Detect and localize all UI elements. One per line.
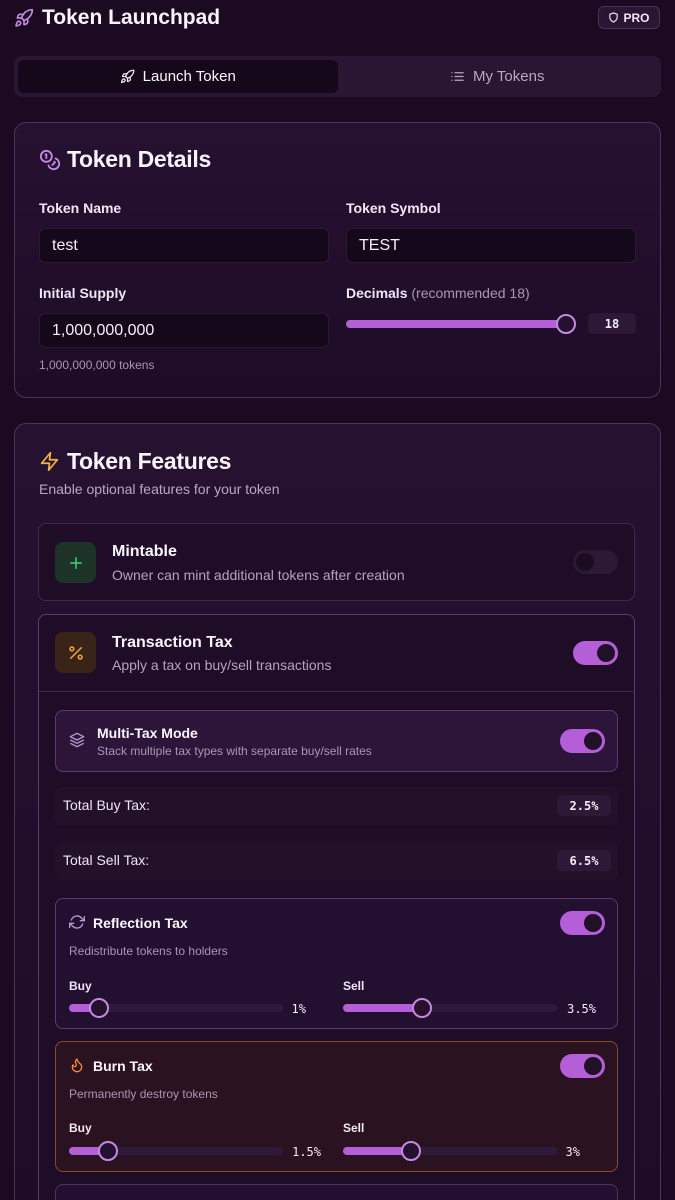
reflection-sell-fill [343, 1004, 423, 1012]
main-tabs: Launch Token My Tokens [14, 56, 661, 97]
reflection-tax-toggle[interactable] [560, 911, 605, 935]
burn-tax-title: Burn Tax [93, 1058, 153, 1074]
percent-icon [55, 632, 96, 673]
initial-supply-label: Initial Supply [39, 285, 127, 301]
pro-badge-label: PRO [623, 10, 650, 25]
token-name-input[interactable] [39, 228, 329, 263]
total-buy-tax-value: 2.5% [557, 795, 611, 816]
token-features-subtitle: Enable optional features for your token [39, 481, 280, 497]
toggle-knob [584, 914, 602, 932]
toggle-knob [584, 1057, 602, 1075]
mintable-feature[interactable]: Mintable Owner can mint additional token… [38, 523, 635, 601]
transaction-tax-title: Transaction Tax [112, 634, 233, 651]
reflection-tax-description: Redistribute tokens to holders [69, 944, 228, 958]
burn-tax-panel: Burn Tax Permanently destroy tokens Buy … [55, 1041, 618, 1172]
token-details-title: Token Details [67, 146, 211, 172]
multi-tax-panel[interactable]: Multi-Tax Mode Stack multiple tax types … [55, 710, 618, 772]
token-name-label: Token Name [39, 200, 122, 216]
reflection-tax-title: Reflection Tax [93, 915, 188, 931]
reflection-sell-label: Sell [343, 979, 365, 993]
burn-buy-label: Buy [69, 1121, 92, 1135]
rocket-icon [120, 69, 135, 84]
initial-supply-input[interactable] [39, 313, 329, 348]
reflection-sell-value: 3.5% [567, 1002, 596, 1016]
burn-sell-slider[interactable] [343, 1141, 557, 1161]
tab-my-tokens-label: My Tokens [473, 68, 545, 85]
flame-icon [71, 1058, 83, 1073]
transaction-tax-toggle[interactable] [573, 641, 618, 665]
reflection-buy-slider[interactable] [69, 998, 283, 1018]
transaction-tax-feature: Transaction Tax Apply a tax on buy/sell … [38, 614, 635, 1200]
burn-buy-thumb[interactable] [97, 1141, 118, 1161]
reflection-sell-thumb[interactable] [412, 998, 433, 1018]
shield-icon [609, 12, 619, 23]
decimals-recommendation: (recommended 18) [411, 285, 530, 301]
tab-launch-token[interactable]: Launch Token [18, 60, 338, 93]
lightning-icon [40, 451, 59, 472]
reflection-buy-value: 1% [291, 1002, 306, 1016]
toggle-knob [597, 644, 615, 662]
token-features-title: Token Features [67, 448, 232, 474]
mintable-description: Owner can mint additional tokens after c… [112, 567, 405, 583]
total-sell-tax-value: 6.5% [557, 850, 611, 871]
tax-divider [39, 691, 634, 692]
reflection-tax-panel: Reflection Tax Redistribute tokens to ho… [55, 898, 618, 1029]
decimals-value: 18 [588, 313, 636, 334]
decimals-label: Decimals (recommended 18) [346, 285, 530, 301]
token-symbol-label: Token Symbol [346, 200, 441, 216]
rocket-icon [15, 8, 34, 27]
multi-tax-title: Multi-Tax Mode [97, 725, 198, 741]
multi-tax-description: Stack multiple tax types with separate b… [97, 744, 372, 758]
burn-sell-thumb[interactable] [401, 1141, 422, 1161]
burn-sell-value: 3% [565, 1145, 580, 1159]
app-title: Token Launchpad [42, 6, 221, 29]
token-details-card: Token Details Token Name Token Symbol In… [14, 122, 661, 398]
burn-buy-slider[interactable] [69, 1141, 283, 1161]
decimals-slider-fill [346, 320, 566, 328]
transaction-tax-description: Apply a tax on buy/sell transactions [112, 657, 332, 673]
reflection-sell-slider[interactable] [343, 998, 557, 1018]
total-sell-tax-label: Total Sell Tax: [63, 852, 150, 868]
refresh-icon [69, 915, 85, 929]
toggle-knob [584, 732, 602, 750]
initial-supply-hint: 1,000,000,000 tokens [39, 358, 155, 372]
coins-icon [39, 149, 61, 171]
total-buy-tax-label: Total Buy Tax: [63, 797, 150, 813]
top-bar: Token Launchpad PRO [0, 0, 675, 40]
tab-launch-token-label: Launch Token [142, 68, 236, 85]
list-icon [451, 72, 464, 81]
toggle-knob [576, 553, 594, 571]
decimals-label-text: Decimals [346, 285, 408, 301]
tab-my-tokens[interactable]: My Tokens [338, 60, 658, 93]
multi-tax-toggle[interactable] [560, 729, 605, 753]
total-sell-tax-row: Total Sell Tax: 6.5% [55, 842, 618, 880]
decimals-slider[interactable] [346, 314, 576, 334]
token-symbol-input[interactable] [346, 228, 636, 263]
decimals-slider-thumb[interactable] [556, 314, 576, 334]
layers-icon [69, 732, 85, 748]
pro-badge[interactable]: PRO [598, 6, 660, 29]
mintable-toggle[interactable] [573, 550, 618, 574]
total-buy-tax-row: Total Buy Tax: 2.5% [55, 787, 618, 825]
mintable-title: Mintable [112, 543, 177, 560]
plus-icon [55, 542, 96, 583]
next-tax-panel [55, 1184, 618, 1200]
burn-tax-description: Permanently destroy tokens [69, 1087, 218, 1101]
burn-buy-value: 1.5% [292, 1145, 321, 1159]
burn-sell-label: Sell [343, 1121, 365, 1135]
burn-tax-toggle[interactable] [560, 1054, 605, 1078]
reflection-buy-thumb[interactable] [88, 998, 109, 1018]
reflection-buy-label: Buy [69, 979, 92, 993]
